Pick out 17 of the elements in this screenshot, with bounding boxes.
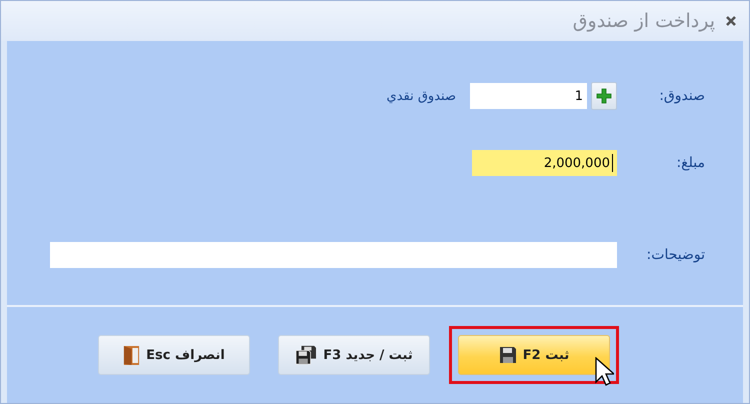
input-field[interactable]: 2,000,000: [472, 150, 617, 176]
fund-name: صندوق نقدي: [386, 88, 456, 104]
close-icon[interactable]: [725, 15, 737, 27]
floppy-disks-icon: [295, 345, 318, 365]
input-field[interactable]: [50, 242, 617, 268]
field-label: مبلغ:: [675, 155, 705, 171]
plus-icon: [596, 88, 612, 104]
field-label: توضيحات:: [646, 247, 705, 263]
action-button[interactable]: انصراف Esc: [98, 335, 250, 375]
door-icon: [123, 344, 140, 366]
cursor-icon: [594, 357, 614, 387]
window-title: پرداخت از صندوق: [572, 10, 715, 32]
action-button[interactable]: ثبت F2: [458, 335, 610, 375]
action-button[interactable]: ثبت / جدید F3: [278, 335, 430, 375]
input-field[interactable]: 1: [470, 83, 587, 109]
add-button[interactable]: [591, 82, 617, 110]
field-label: صندوق:: [658, 88, 705, 104]
